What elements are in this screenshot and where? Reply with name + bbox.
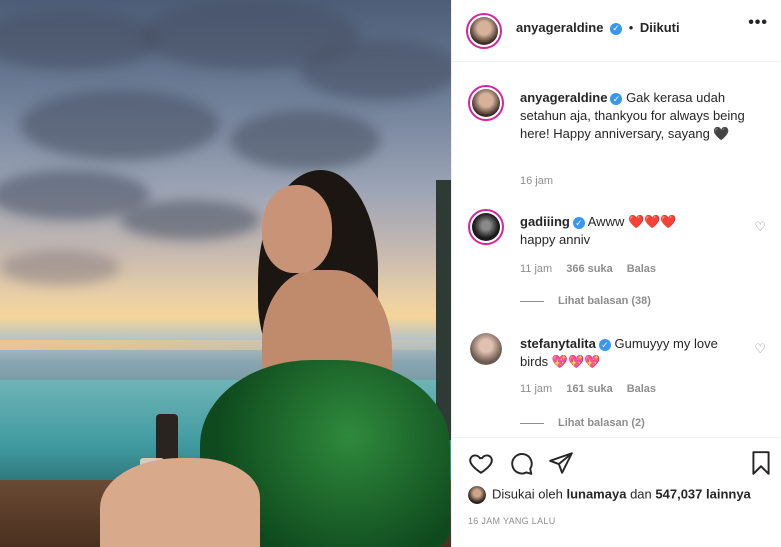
author-avatar[interactable] [468, 85, 504, 121]
post-sidebar: anyageraldine ✓ • Diikuti ••• anyagerald… [451, 0, 781, 547]
view-replies-label: Lihat balasan (38) [558, 295, 651, 307]
likes-mid: dan [630, 486, 652, 502]
liker-avatar[interactable] [468, 486, 486, 504]
verified-icon: ✓ [610, 92, 623, 105]
comment-icon[interactable] [508, 450, 534, 476]
comment-username[interactable]: gadiiing [520, 214, 570, 229]
cloud [300, 40, 451, 100]
commenter-avatar[interactable] [470, 333, 502, 365]
bookmark-icon[interactable] [748, 450, 774, 476]
comment-text: Awww [587, 214, 625, 229]
post-timestamp[interactable]: 16 JAM YANG LALU [468, 516, 556, 526]
comment-text-2: happy anniv [520, 232, 591, 247]
post-photo[interactable] [0, 0, 451, 547]
commenter-avatar[interactable] [468, 209, 504, 245]
cloud [230, 110, 380, 170]
comment-body: stefanytalita ✓ Gumuyyy my love birds 💖💖💖 [520, 335, 745, 371]
comment-likes[interactable]: 366 suka [566, 263, 612, 275]
likes-count[interactable]: 547,037 lainnya [655, 486, 750, 501]
comments-list: anyageraldine ✓ Gak kerasa udah setahun a… [452, 63, 781, 436]
comment-username[interactable]: stefanytalita [520, 336, 596, 351]
hand [100, 458, 260, 547]
comment-time[interactable]: 11 jam [520, 383, 552, 395]
separator: • [628, 20, 634, 35]
heart-emojis: ❤️❤️❤️ [627, 214, 677, 229]
view-replies-button[interactable]: Lihat balasan (38) [520, 295, 651, 307]
verified-icon: ✓ [610, 22, 623, 35]
replies-line [520, 422, 544, 424]
comment: stefanytalita ✓ Gumuyyy my love birds 💖💖💖… [468, 331, 768, 436]
heart-emojis: 💖💖💖 [551, 354, 601, 369]
replies-line [520, 300, 544, 302]
palm-tree [436, 180, 451, 440]
comment-time[interactable]: 11 jam [520, 263, 552, 275]
comment-meta: 11 jam 366 suka Balas [520, 263, 656, 275]
cloud [0, 250, 120, 285]
reply-button[interactable]: Balas [627, 263, 656, 275]
reply-button[interactable]: Balas [627, 383, 656, 395]
view-replies-button[interactable]: Lihat balasan (2) [520, 417, 645, 429]
verified-icon: ✓ [598, 338, 611, 351]
author-avatar[interactable] [466, 13, 502, 49]
post-header: anyageraldine ✓ • Diikuti ••• [452, 0, 781, 62]
caption-time[interactable]: 16 jam [520, 175, 553, 187]
comment-body: gadiiing ✓ Awww ❤️❤️❤️ happy anniv [520, 213, 745, 249]
author-line: anyageraldine ✓ • Diikuti [516, 20, 680, 35]
following-button[interactable]: Diikuti [640, 20, 680, 35]
comment-likes[interactable]: 161 suka [566, 383, 612, 395]
view-replies-label: Lihat balasan (2) [558, 417, 645, 429]
caption-username[interactable]: anyageraldine [520, 90, 607, 105]
liker-username[interactable]: lunamaya [566, 486, 626, 501]
likes-line: Disukai oleh lunamaya dan 547,037 lainny… [468, 486, 751, 504]
heart-icon[interactable] [468, 450, 494, 476]
cloud [0, 10, 160, 70]
author-username[interactable]: anyageraldine [516, 20, 603, 35]
post-actions: Disukai oleh lunamaya dan 547,037 lainny… [452, 437, 781, 547]
verified-icon: ✓ [572, 216, 585, 229]
likes-prefix: Disukai oleh [492, 486, 563, 502]
like-comment-heart-icon[interactable]: ♡ [754, 219, 766, 235]
like-comment-heart-icon[interactable]: ♡ [754, 341, 766, 357]
caption-body: anyageraldine ✓ Gak kerasa udah setahun a… [520, 89, 745, 143]
cloud [120, 200, 260, 240]
cloud [20, 90, 220, 160]
face [262, 185, 332, 273]
caption: anyageraldine ✓ Gak kerasa udah setahun a… [468, 85, 768, 205]
more-icon[interactable]: ••• [748, 14, 768, 32]
comment: gadiiing ✓ Awww ❤️❤️❤️ happy anniv ♡ 11 j… [468, 209, 768, 319]
share-icon[interactable] [548, 450, 574, 476]
comment-meta: 11 jam 161 suka Balas [520, 383, 656, 395]
